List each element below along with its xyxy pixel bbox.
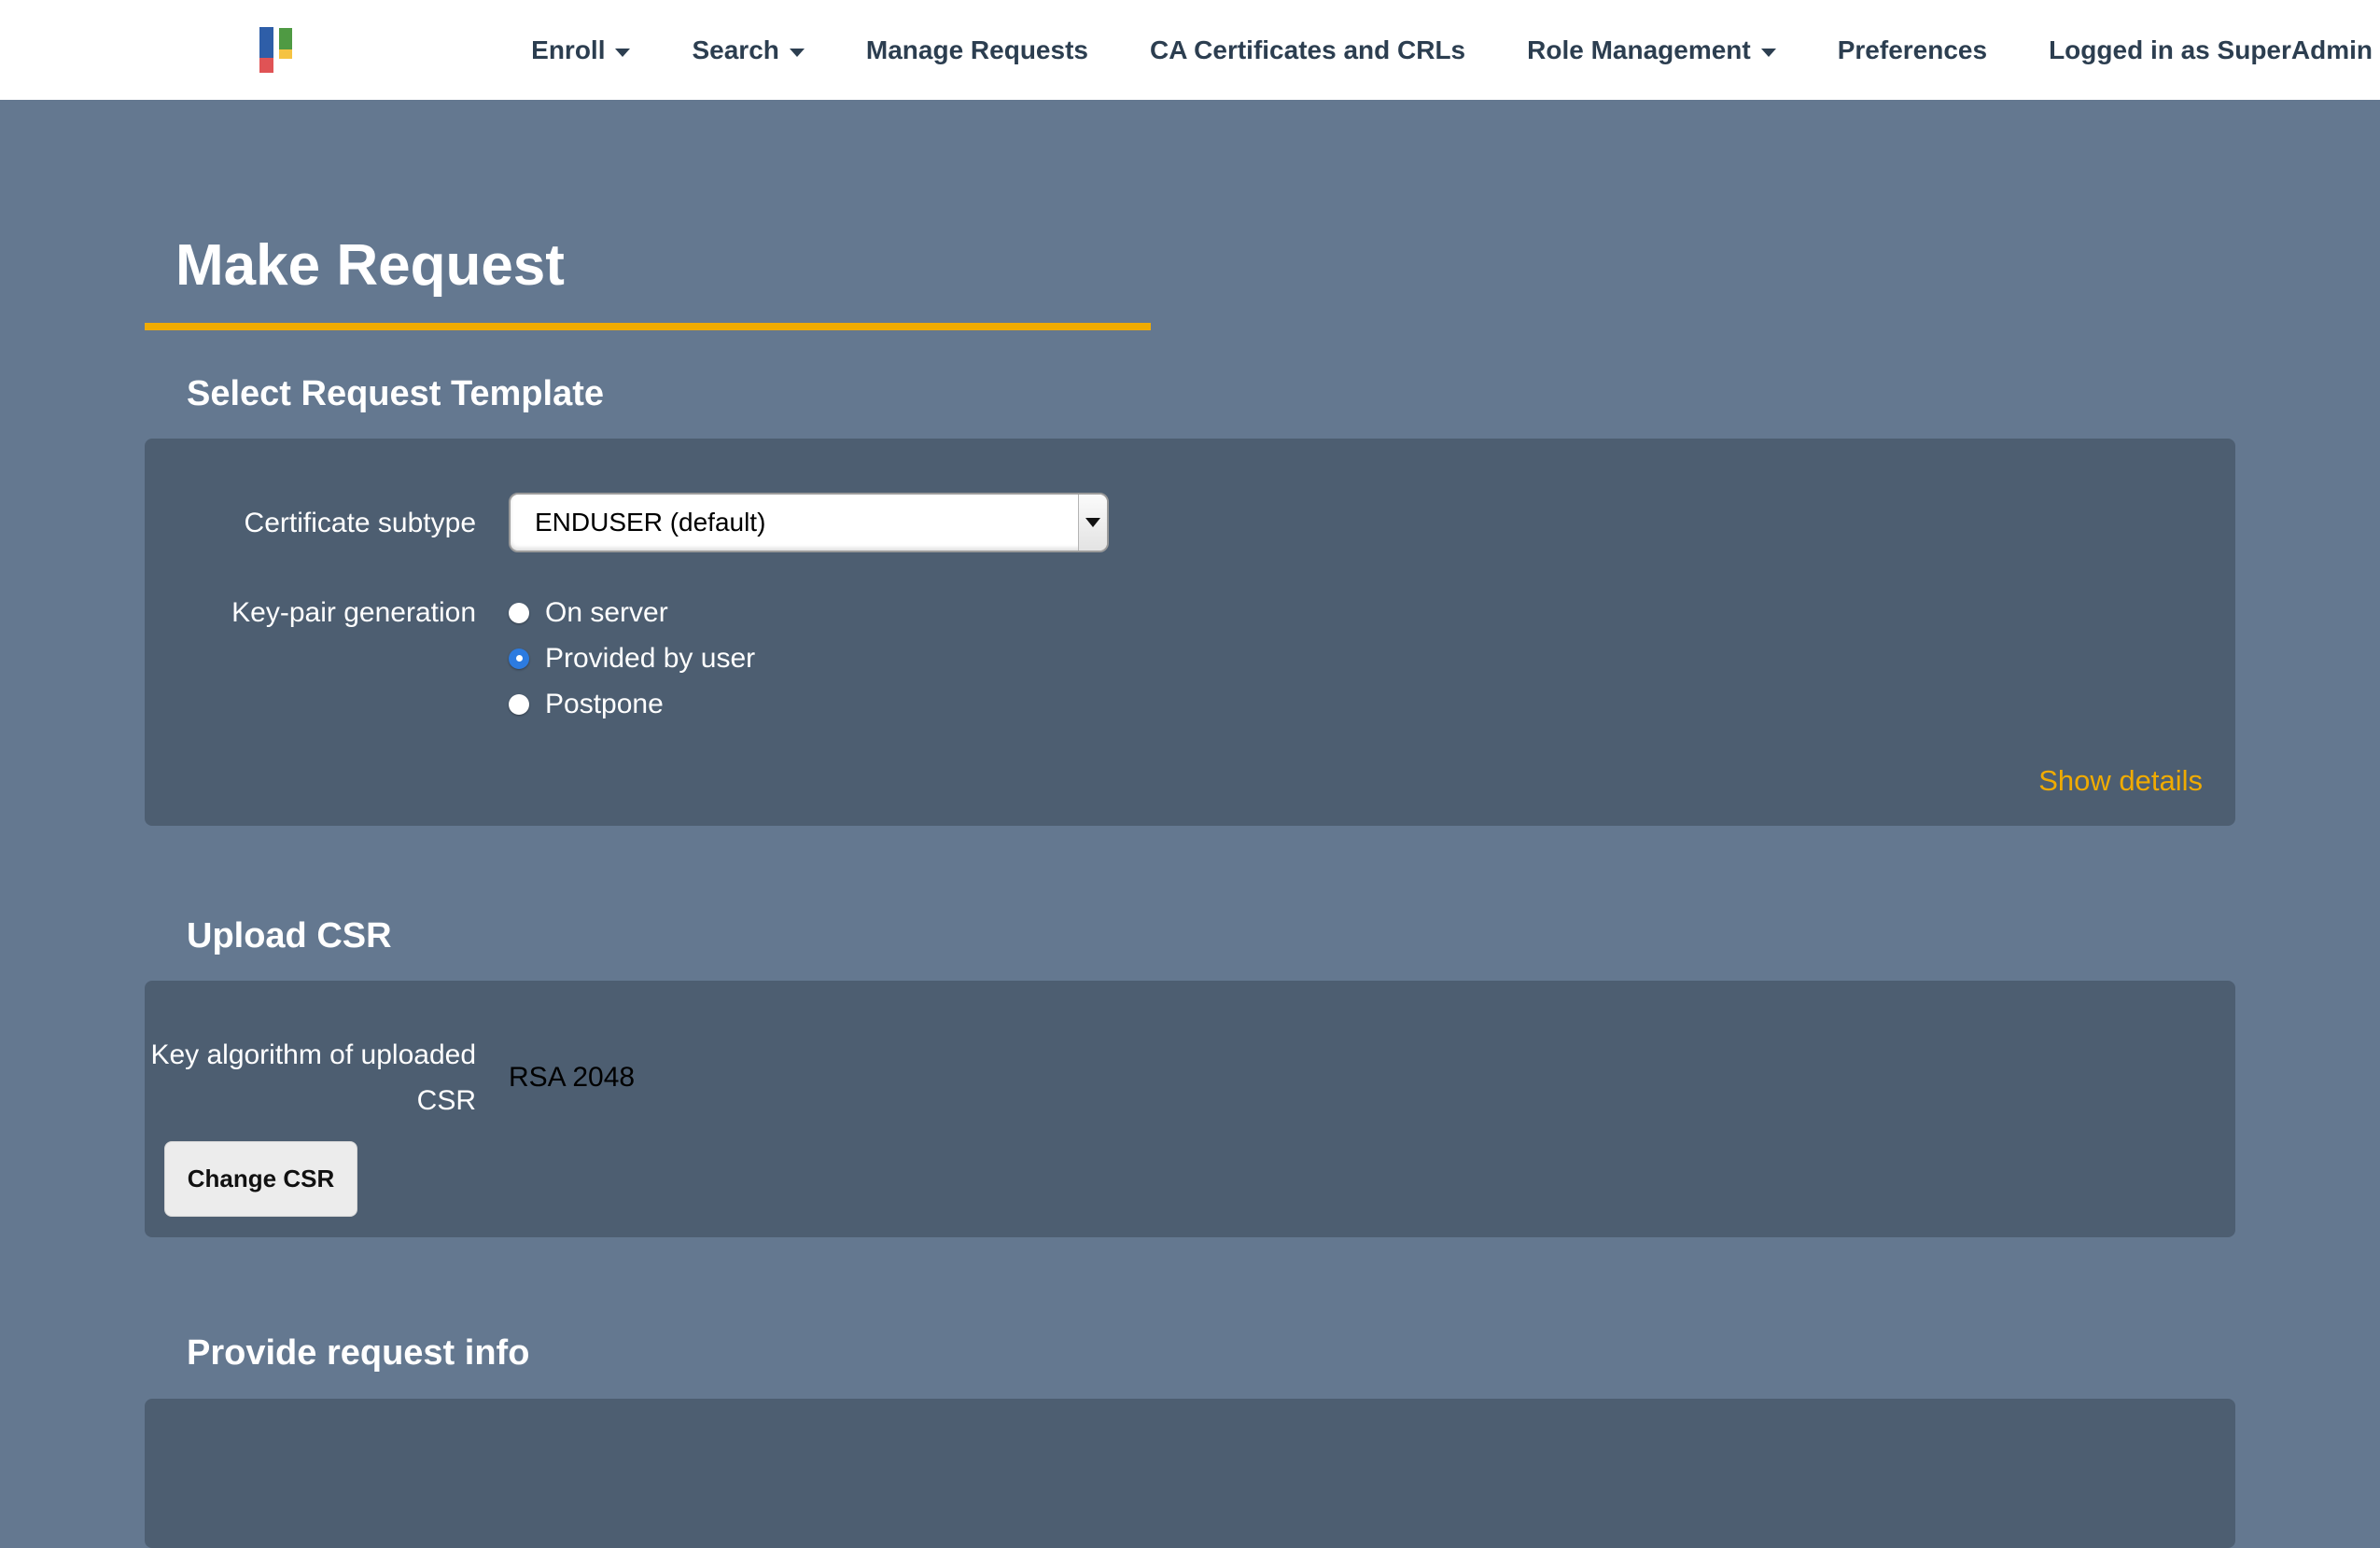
section-heading-upload-csr: Upload CSR xyxy=(145,826,2235,956)
nav-item-preferences[interactable]: Preferences xyxy=(1838,35,1987,65)
radio-icon[interactable] xyxy=(509,694,529,715)
nav-item-enroll-label: Enroll xyxy=(531,35,605,65)
change-csr-button[interactable]: Change CSR xyxy=(164,1141,357,1217)
nav-item-search[interactable]: Search xyxy=(692,35,804,65)
ejbca-logo-icon xyxy=(259,27,292,73)
radio-option-provided-by-user-label[interactable]: Provided by user xyxy=(545,643,755,675)
radio-option-on-server-label[interactable]: On server xyxy=(545,597,668,629)
radio-option-postpone-label[interactable]: Postpone xyxy=(545,689,664,720)
certificate-subtype-select[interactable]: ENDUSER (default) xyxy=(509,493,1109,552)
main-content: Make Request Select Request Template Cer… xyxy=(145,100,2235,1548)
section-heading-provide-request-info: Provide request info xyxy=(145,1237,2235,1374)
caret-down-icon xyxy=(790,49,805,57)
key-algorithm-value: RSA 2048 xyxy=(509,1062,2207,1094)
keypair-generation-row: Key-pair generation On server Provided b… xyxy=(145,590,2207,727)
radio-checked-icon[interactable] xyxy=(509,648,529,669)
nav-item-search-label: Search xyxy=(692,35,778,65)
page-title: Make Request xyxy=(145,100,2235,299)
keypair-generation-options: On server Provided by user Postpone xyxy=(509,590,2207,727)
nav-item-logged-in-label: Logged in as SuperAdmin xyxy=(2049,35,2373,65)
show-details-link[interactable]: Show details xyxy=(2038,764,2203,797)
certificate-subtype-label: Certificate subtype xyxy=(145,500,476,546)
section-heading-select-request-template: Select Request Template xyxy=(145,330,2235,414)
logo-bar-right xyxy=(279,28,292,59)
radio-option-on-server[interactable]: On server xyxy=(509,590,2207,635)
details-row: Show details xyxy=(145,764,2207,798)
nav-item-role-management[interactable]: Role Management xyxy=(1527,35,1776,65)
caret-down-icon xyxy=(1761,49,1776,57)
change-csr-button-row: Change CSR xyxy=(145,1141,2207,1217)
nav-item-logged-in-as[interactable]: Logged in as SuperAdmin xyxy=(2049,35,2373,65)
nav-item-ca-certificates-label: CA Certificates and CRLs xyxy=(1150,35,1465,65)
upload-csr-panel: Key algorithm of uploaded CSR RSA 2048 C… xyxy=(145,981,2235,1237)
radio-option-postpone[interactable]: Postpone xyxy=(509,681,2207,727)
nav-menu: Enroll Search Manage Requests CA Certifi… xyxy=(531,35,2373,65)
nav-item-manage-requests[interactable]: Manage Requests xyxy=(866,35,1088,65)
nav-item-enroll[interactable]: Enroll xyxy=(531,35,630,65)
provide-request-info-panel xyxy=(145,1399,2235,1548)
title-accent-rule xyxy=(145,323,1151,330)
certificate-subtype-row: Certificate subtype ENDUSER (default) xyxy=(145,493,2207,552)
nav-item-preferences-label: Preferences xyxy=(1838,35,1987,65)
nav-item-ca-certificates-and-crls[interactable]: CA Certificates and CRLs xyxy=(1150,35,1465,65)
key-algorithm-label: Key algorithm of uploaded CSR xyxy=(145,1032,476,1123)
select-request-template-panel: Certificate subtype ENDUSER (default) Ke… xyxy=(145,439,2235,826)
certificate-subtype-selected-value: ENDUSER (default) xyxy=(511,495,1078,551)
logo-bar-left xyxy=(259,27,273,73)
nav-item-role-management-label: Role Management xyxy=(1527,35,1751,65)
key-algorithm-row: Key algorithm of uploaded CSR RSA 2048 xyxy=(145,1032,2207,1123)
radio-icon[interactable] xyxy=(509,603,529,623)
select-dropdown-arrow-icon[interactable] xyxy=(1078,495,1107,551)
keypair-generation-label: Key-pair generation xyxy=(145,590,476,635)
navbar: Enroll Search Manage Requests CA Certifi… xyxy=(0,0,2380,100)
radio-option-provided-by-user[interactable]: Provided by user xyxy=(509,635,2207,681)
nav-item-manage-requests-label: Manage Requests xyxy=(866,35,1088,65)
caret-down-icon xyxy=(615,49,630,57)
